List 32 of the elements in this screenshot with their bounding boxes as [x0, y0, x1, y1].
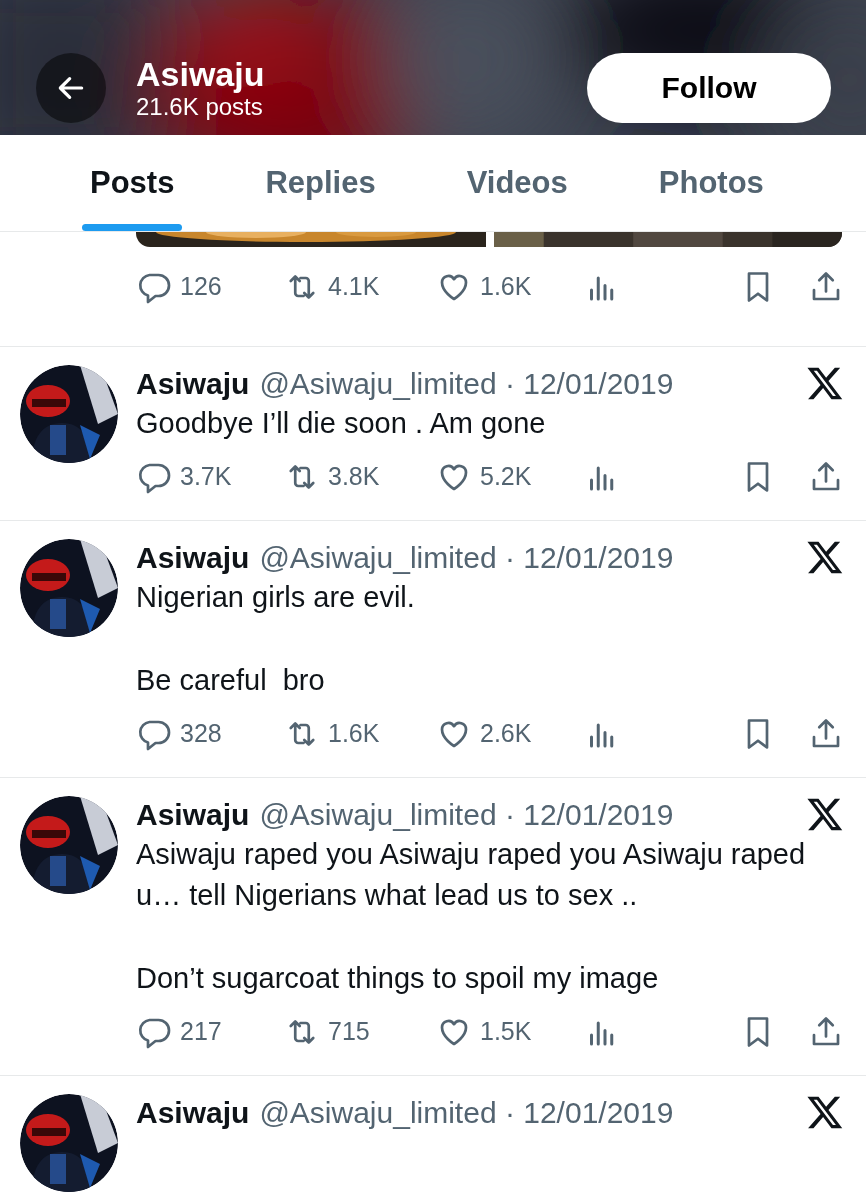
reply-button[interactable]: 3.7K	[136, 458, 284, 496]
follow-button[interactable]: Follow	[587, 52, 831, 123]
tab[interactable]: Videos	[458, 135, 576, 231]
like-button[interactable]: 5.2K	[436, 458, 584, 496]
author-name: Asiwaju	[136, 1094, 250, 1131]
tab[interactable]: Posts	[82, 135, 183, 231]
post-text: Be careful bro	[136, 663, 326, 698]
post-meta: @Asiwaju_limited · 12/01/2019	[259, 365, 674, 402]
post-text: Asiwaju raped you Asiwaju raped you Asiwaju raped u… tell Nigerians what lead us to sex ..	[136, 837, 806, 913]
like-button[interactable]: 1.6K	[436, 268, 584, 306]
post-meta: @Asiwaju_limited · 12/01/2019	[259, 539, 674, 576]
post-text: Don’t sugarcoat things to spoil my image	[136, 961, 660, 996]
repost-button[interactable]: 3.8K	[284, 458, 436, 496]
tab[interactable]: Replies	[257, 135, 384, 231]
post-meta: @Asiwaju_limited · 12/01/2019	[259, 796, 674, 833]
reply-button[interactable]: 328	[136, 715, 284, 753]
repost-button[interactable]: 715	[284, 1013, 436, 1051]
post-count: 21.6K posts	[136, 92, 264, 121]
post-text: Goodbye I’ll die soon . Am gone	[136, 406, 547, 441]
reply-button[interactable]: 217	[136, 1013, 284, 1051]
post-meta: @Asiwaju_limited · 12/01/2019	[259, 1094, 674, 1131]
author-name: Asiwaju	[136, 365, 250, 402]
repost-button[interactable]: 1.6K	[284, 715, 436, 753]
reply-button[interactable]: 126	[136, 268, 284, 306]
tab[interactable]: Photos	[650, 135, 772, 231]
author-name: Asiwaju	[136, 539, 250, 576]
like-button[interactable]: 1.5K	[436, 1013, 584, 1051]
repost-button[interactable]: 4.1K	[284, 268, 436, 306]
post-text: Nigerian girls are evil.	[136, 580, 416, 615]
like-button[interactable]: 2.6K	[436, 715, 584, 753]
profile-name: Asiwaju	[136, 54, 266, 93]
author-name: Asiwaju	[136, 796, 250, 833]
